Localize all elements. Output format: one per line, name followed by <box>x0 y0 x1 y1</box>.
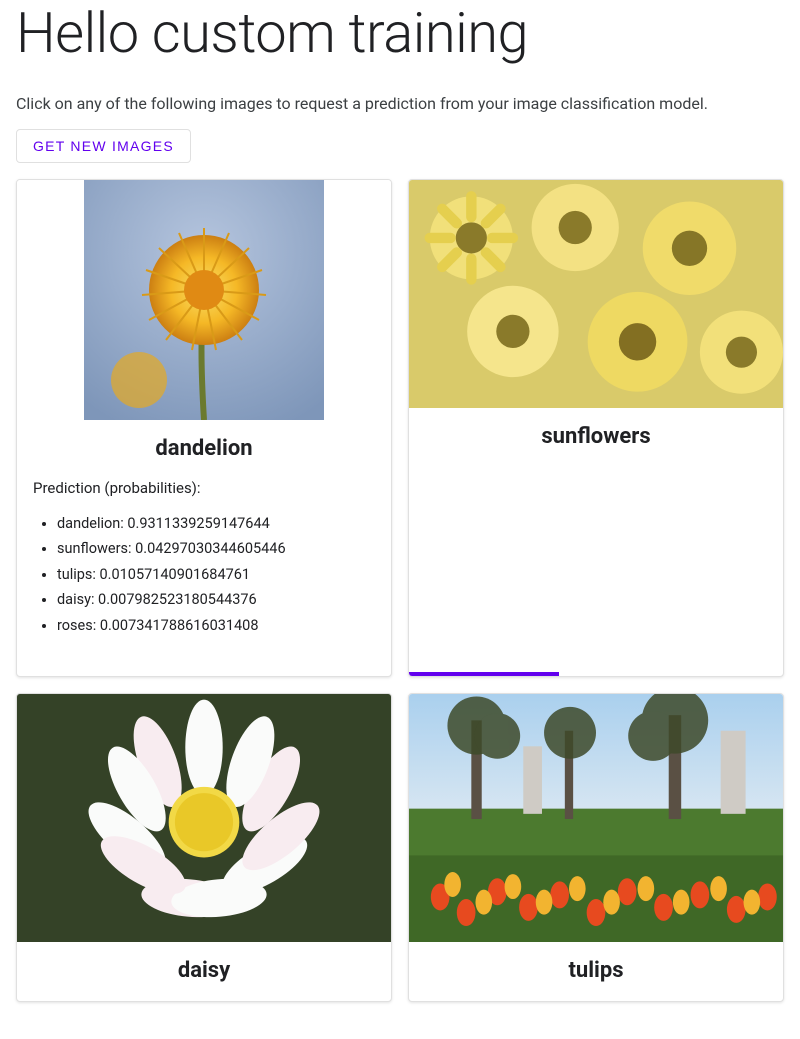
prediction-item: roses: 0.007341788616031408 <box>57 613 375 638</box>
image-card-sunflowers[interactable]: sunflowers <box>408 179 784 677</box>
image-card-dandelion[interactable]: dandelion Prediction (probabilities): da… <box>16 179 392 677</box>
image-card-tulips[interactable]: tulips <box>408 693 784 1002</box>
get-new-images-button[interactable]: GET NEW IMAGES <box>16 129 191 163</box>
page-title: Hello custom training <box>16 0 784 66</box>
prediction-block: Prediction (probabilities): dandelion: 0… <box>17 479 391 658</box>
loading-progress-fill <box>409 672 559 676</box>
prediction-item: daisy: 0.007982523180544376 <box>57 587 375 612</box>
prediction-item: tulips: 0.01057140901684761 <box>57 562 375 587</box>
card-title-dandelion: dandelion <box>17 420 391 479</box>
prediction-item: sunflowers: 0.04297030344605446 <box>57 536 375 561</box>
image-dandelion <box>17 180 391 420</box>
card-title-tulips: tulips <box>409 942 783 1001</box>
image-grid: dandelion Prediction (probabilities): da… <box>16 179 784 1002</box>
loading-progress <box>409 672 783 676</box>
card-title-daisy: daisy <box>17 942 391 1001</box>
instructions-text: Click on any of the following images to … <box>16 94 784 113</box>
image-daisy <box>17 694 391 942</box>
prediction-item: dandelion: 0.9311339259147644 <box>57 511 375 536</box>
prediction-heading: Prediction (probabilities): <box>33 479 375 497</box>
image-sunflowers <box>409 180 783 408</box>
image-tulips <box>409 694 783 942</box>
prediction-list: dandelion: 0.9311339259147644 sunflowers… <box>33 511 375 638</box>
image-card-daisy[interactable]: daisy <box>16 693 392 1002</box>
card-title-sunflowers: sunflowers <box>409 408 783 467</box>
